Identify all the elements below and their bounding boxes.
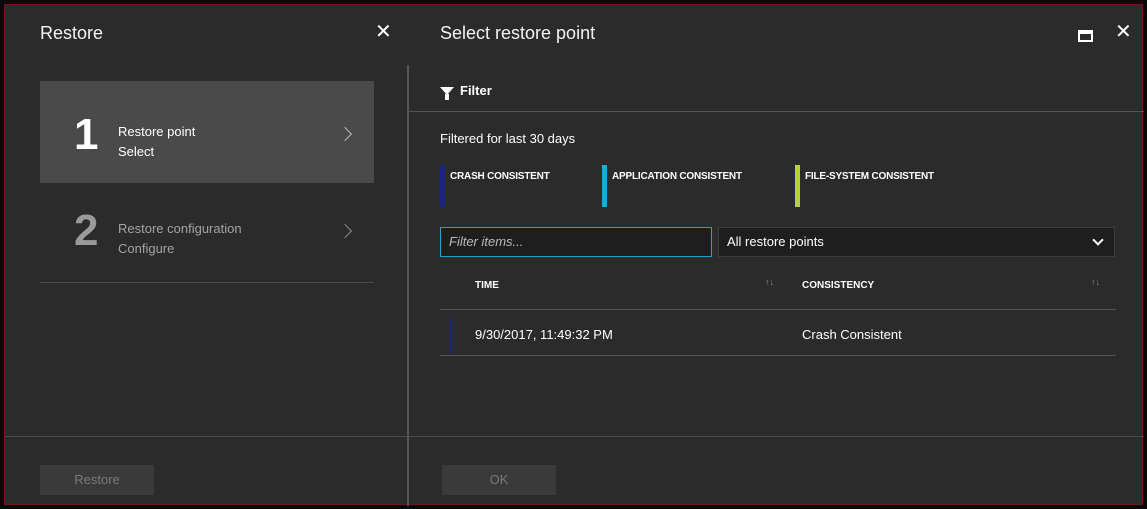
legend-swatch [440, 165, 445, 207]
legend-label: FILE-SYSTEM CONSISTENT [805, 171, 934, 182]
legend-label: APPLICATION CONSISTENT [612, 171, 742, 182]
sort-icon[interactable]: ↑↓ [1091, 277, 1100, 287]
restore-button[interactable]: Restore [40, 465, 154, 495]
column-header-consistency[interactable]: CONSISTENCY [802, 280, 874, 291]
step-restore-configuration[interactable]: 2 Restore configuration Configure [40, 183, 374, 283]
step-number: 2 [74, 206, 99, 255]
step-title: Restore configuration [118, 221, 242, 236]
row-divider [440, 355, 1116, 356]
legend-swatch [795, 165, 800, 207]
consistency-marker [450, 318, 452, 354]
footer-divider [5, 436, 407, 437]
step-number: 1 [74, 110, 99, 159]
select-restore-point-blade: Select restore point ✕ Filter Filtered f… [409, 5, 1144, 504]
restore-blade: Restore ✕ 1 Restore point Select 2 Resto… [5, 5, 407, 504]
step-subtitle: Configure [118, 241, 175, 256]
blade-title: Select restore point [440, 23, 596, 43]
filter-items-input[interactable]: Filter items... [440, 227, 712, 257]
maximize-icon[interactable] [1078, 30, 1093, 42]
chevron-right-icon [337, 126, 353, 142]
toolbar-divider [409, 111, 1144, 112]
filter-label: Filter [460, 83, 492, 98]
close-icon[interactable]: ✕ [1115, 22, 1132, 42]
step-subtitle: Select [118, 144, 155, 159]
filter-button[interactable]: Filter [440, 83, 492, 100]
restore-points-dropdown[interactable]: All restore points [718, 227, 1115, 257]
cell-time: 9/30/2017, 11:49:32 PM [475, 327, 613, 342]
footer-divider [409, 436, 1144, 437]
filtered-note: Filtered for last 30 days [440, 131, 576, 146]
close-icon[interactable]: ✕ [375, 22, 392, 42]
sort-icon[interactable]: ↑↓ [765, 277, 774, 287]
cell-consistency: Crash Consistent [802, 327, 902, 342]
step-restore-point[interactable]: 1 Restore point Select [40, 81, 374, 183]
restore-window: Restore ✕ 1 Restore point Select 2 Resto… [4, 4, 1144, 506]
column-header-time[interactable]: TIME [475, 280, 499, 291]
restore-blade-title: Restore [40, 23, 104, 43]
dropdown-value: All restore points [727, 234, 824, 249]
legend-label: CRASH CONSISTENT [450, 171, 550, 182]
chevron-down-icon [1092, 234, 1104, 246]
table-row[interactable]: 9/30/2017, 11:49:32 PM Crash Consistent [440, 310, 1116, 355]
filter-icon [440, 86, 454, 100]
step-title: Restore point [118, 124, 196, 139]
legend-swatch [602, 165, 607, 207]
chevron-right-icon [337, 223, 353, 239]
ok-button[interactable]: OK [442, 465, 556, 495]
